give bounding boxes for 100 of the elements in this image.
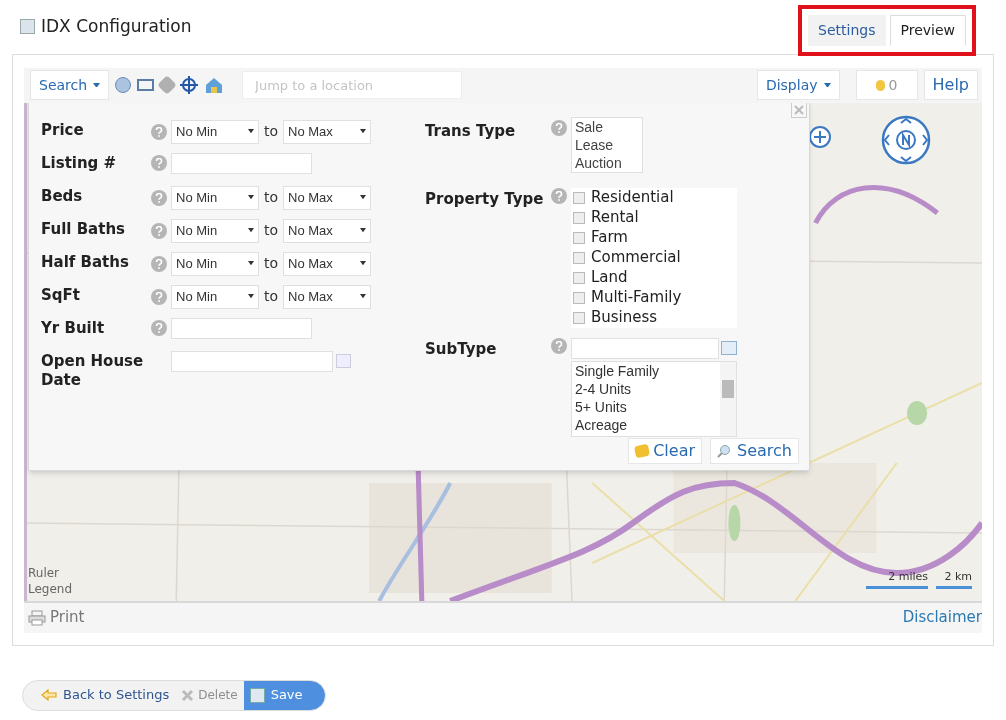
list-option[interactable]: 2-4 Units	[575, 379, 720, 398]
caret-icon	[360, 129, 367, 134]
range-joiner: to	[263, 287, 280, 306]
dropdown[interactable]: No Min	[171, 284, 259, 309]
field-label: Listing #	[41, 153, 118, 173]
caret-icon	[823, 82, 831, 88]
field-label: Trans Type	[425, 120, 517, 142]
caret-icon	[360, 228, 367, 233]
dropdown[interactable]: No Max	[283, 119, 372, 144]
checkbox-label: Residential	[591, 187, 674, 209]
dropdown[interactable]: No Max	[283, 185, 372, 210]
crosshair-icon[interactable]	[180, 76, 199, 94]
caret-icon	[360, 195, 367, 200]
list-option[interactable]: Lease	[575, 135, 642, 154]
ruler-link[interactable]: Ruler	[28, 564, 73, 581]
dropdown[interactable]: No Min	[171, 218, 259, 243]
list-option[interactable]: Acreage	[575, 415, 720, 434]
checkbox-label: Farm	[591, 227, 628, 249]
checkbox-label: Business	[591, 307, 658, 329]
help-icon[interactable]	[551, 337, 567, 354]
help-icon[interactable]	[151, 155, 167, 171]
print-button[interactable]: Print	[28, 606, 85, 629]
caret-icon	[248, 294, 254, 299]
display-menu[interactable]: Display	[756, 70, 840, 100]
help-icon[interactable]	[551, 119, 567, 136]
caret-icon	[248, 261, 254, 266]
field-label: Price	[41, 120, 85, 140]
location-field[interactable]: Jump to a location	[242, 71, 463, 99]
caret-icon	[93, 82, 101, 88]
checkbox[interactable]	[573, 231, 585, 244]
checkbox-label: Land	[591, 267, 628, 289]
caret-icon	[248, 195, 254, 200]
help-icon[interactable]	[151, 189, 167, 206]
close-icon	[181, 688, 195, 702]
caret-icon	[248, 228, 254, 233]
field-label: Yr Built	[41, 318, 106, 338]
date-field[interactable]	[171, 350, 333, 372]
field-label: Open House Date	[41, 351, 145, 390]
list-option[interactable]: Single Family	[575, 361, 720, 380]
subtype-field[interactable]	[571, 337, 719, 359]
caret-icon	[248, 129, 254, 134]
dropdown[interactable]: No Min	[171, 251, 259, 276]
range-joiner: to	[263, 254, 280, 273]
dropdown[interactable]: No Max	[283, 251, 372, 276]
field-label: Beds	[41, 186, 84, 206]
text-field[interactable]	[171, 317, 312, 339]
dropdown[interactable]: No Min	[171, 119, 259, 144]
help-icon[interactable]	[551, 187, 567, 204]
checkbox[interactable]	[573, 311, 585, 324]
compass-icon[interactable]	[881, 114, 931, 165]
legend-link[interactable]: Legend	[28, 580, 73, 597]
list-option[interactable]: 5+ Units	[575, 397, 720, 416]
checkbox-label: Commercial	[591, 247, 681, 269]
search-menu[interactable]: Search	[30, 70, 110, 100]
list-option[interactable]: Sale	[575, 117, 642, 136]
calendar-icon[interactable]	[336, 354, 351, 368]
dropdown[interactable]: No Min	[171, 185, 259, 210]
circle-tool-icon[interactable]	[115, 77, 132, 93]
scrollbar[interactable]	[720, 361, 736, 436]
dropdown[interactable]: No Max	[283, 284, 372, 309]
search-icon	[717, 443, 732, 458]
dropdown[interactable]: No Max	[283, 218, 372, 243]
range-joiner: to	[263, 188, 280, 207]
caret-icon	[360, 294, 367, 299]
checkbox[interactable]	[573, 291, 585, 304]
scale-bar: 2 km	[936, 569, 972, 589]
range-joiner: to	[263, 122, 280, 141]
page-title: IDX Configuration	[41, 15, 192, 38]
help-icon[interactable]	[151, 288, 167, 305]
subtype-list[interactable]: Single Family 2-4 Units 5+ Units Acreage	[571, 360, 737, 437]
field-label: Half Baths	[41, 252, 130, 272]
checkbox-label: Multi-Family	[591, 287, 682, 309]
clear-button[interactable]: Clear	[628, 437, 703, 464]
list-option[interactable]: Auction	[575, 153, 642, 172]
help-icon[interactable]	[151, 320, 167, 336]
trans-type-list[interactable]: Sale Lease Auction	[571, 116, 643, 173]
close-icon[interactable]	[791, 102, 807, 118]
back-button[interactable]: Back to Settings	[23, 680, 176, 710]
field-label: SqFt	[41, 285, 81, 305]
rectangle-tool-icon[interactable]	[137, 79, 155, 91]
disclaimer-link[interactable]: Disclaimer	[902, 606, 982, 629]
tab[interactable]: Settings	[808, 14, 886, 46]
scale-bar: 2 miles	[866, 569, 928, 589]
checkbox[interactable]	[573, 251, 585, 264]
search-button[interactable]: Search	[710, 437, 799, 464]
text-field[interactable]	[171, 152, 312, 174]
checkbox[interactable]	[573, 211, 585, 224]
field-label: SubType	[425, 338, 498, 360]
field-label: Full Baths	[41, 219, 127, 239]
checkbox[interactable]	[573, 271, 585, 284]
tab[interactable]: Preview	[889, 14, 966, 46]
help-icon[interactable]	[151, 222, 167, 239]
lightbulb-icon	[875, 79, 885, 91]
help-icon[interactable]	[151, 123, 167, 140]
help-icon[interactable]	[151, 255, 167, 272]
caret-icon	[360, 261, 367, 266]
house-icon[interactable]	[204, 76, 225, 94]
help-link[interactable]: Help	[923, 70, 978, 100]
list-search-icon[interactable]	[721, 341, 737, 355]
checkbox[interactable]	[573, 191, 585, 204]
